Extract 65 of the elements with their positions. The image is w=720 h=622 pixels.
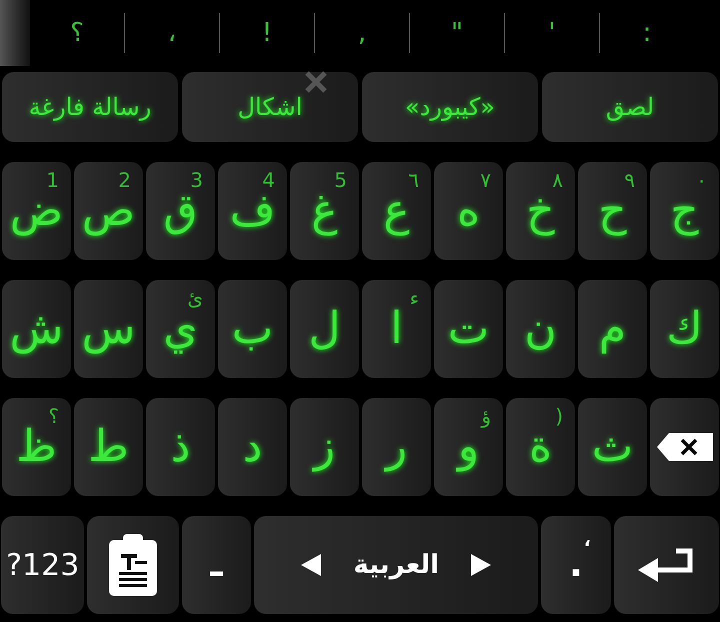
letter-key[interactable]: ه ٧: [434, 162, 503, 260]
punctuation-suggestion[interactable]: ': [505, 14, 599, 52]
punctuation-suggestion[interactable]: !: [220, 14, 314, 52]
symbols-key[interactable]: ?123: [1, 516, 84, 614]
letter-key[interactable]: و ؤ: [434, 398, 503, 496]
clipboard-key[interactable]: [87, 516, 179, 614]
key-hint: 2: [118, 170, 131, 190]
letter-key[interactable]: ن: [506, 280, 575, 378]
key-hint: ؟: [48, 406, 59, 426]
letter-key[interactable]: ي ئ: [146, 280, 215, 378]
key-hint: ء: [410, 288, 419, 308]
key-hint: ٠: [696, 170, 707, 190]
key-hint: 1: [46, 170, 59, 190]
letter-key[interactable]: ز: [290, 398, 359, 496]
key-hint: ٩: [624, 170, 635, 190]
punctuation-suggestion[interactable]: ,: [315, 14, 409, 52]
letter-key[interactable]: ل: [290, 280, 359, 378]
punctuation-key[interactable]: . ،: [541, 516, 611, 614]
punctuation-suggestion[interactable]: ،: [125, 14, 219, 52]
language-label: العربية: [353, 548, 440, 582]
letter-key[interactable]: ج ٠: [650, 162, 719, 260]
letter-key[interactable]: ا ء: [362, 280, 431, 378]
clipboard-icon: [109, 534, 158, 596]
suggestion-button[interactable]: «كيبورد»: [362, 72, 538, 142]
key-hint: ئ: [187, 288, 203, 308]
strip-edge: [0, 0, 30, 66]
letter-key[interactable]: ك: [650, 280, 719, 378]
key-hint: ): [555, 406, 563, 426]
letter-key[interactable]: ذ: [146, 398, 215, 496]
suggestion-button[interactable]: اشكال: [182, 72, 358, 142]
letter-key[interactable]: ت: [434, 280, 503, 378]
suggestion-button[interactable]: لصق: [542, 72, 718, 142]
letter-key[interactable]: ش: [2, 280, 71, 378]
letter-key[interactable]: س: [74, 280, 143, 378]
letter-key[interactable]: ط: [74, 398, 143, 496]
punctuation-suggestion[interactable]: :: [600, 14, 694, 52]
letter-key[interactable]: ع ٦: [362, 162, 431, 260]
key-hint: ،: [584, 532, 591, 550]
suggestion-button[interactable]: رسالة فارغة: [2, 72, 178, 142]
space-bar[interactable]: العربية: [254, 516, 538, 614]
letter-key[interactable]: خ ٨: [506, 162, 575, 260]
right-arrow-icon: [471, 554, 492, 576]
backspace-key[interactable]: [650, 398, 719, 496]
letter-key[interactable]: ث: [578, 398, 647, 496]
letter-key[interactable]: م: [578, 280, 647, 378]
key-hint: ٦: [408, 170, 419, 190]
enter-key[interactable]: [614, 516, 719, 614]
letter-key[interactable]: ر: [362, 398, 431, 496]
key-hint: 3: [190, 170, 203, 190]
letter-key[interactable]: د: [218, 398, 287, 496]
key-hint: 5: [334, 170, 347, 190]
punctuation-suggestion[interactable]: ؟: [30, 14, 124, 52]
backspace-icon: [656, 433, 712, 461]
key-hint: ٧: [480, 170, 491, 190]
punctuation-key[interactable]: ـ: [182, 516, 252, 614]
key-hint: ؤ: [481, 406, 491, 426]
letter-key[interactable]: ظ ؟: [2, 398, 71, 496]
enter-icon: [638, 548, 694, 582]
letter-key[interactable]: ب: [218, 280, 287, 378]
key-hint: ٨: [552, 170, 563, 190]
letter-key[interactable]: ح ٩: [578, 162, 647, 260]
letter-key[interactable]: ة ): [506, 398, 575, 496]
punctuation-suggestion[interactable]: ": [410, 14, 504, 52]
left-arrow-icon: [301, 554, 322, 576]
key-hint: 4: [262, 170, 275, 190]
